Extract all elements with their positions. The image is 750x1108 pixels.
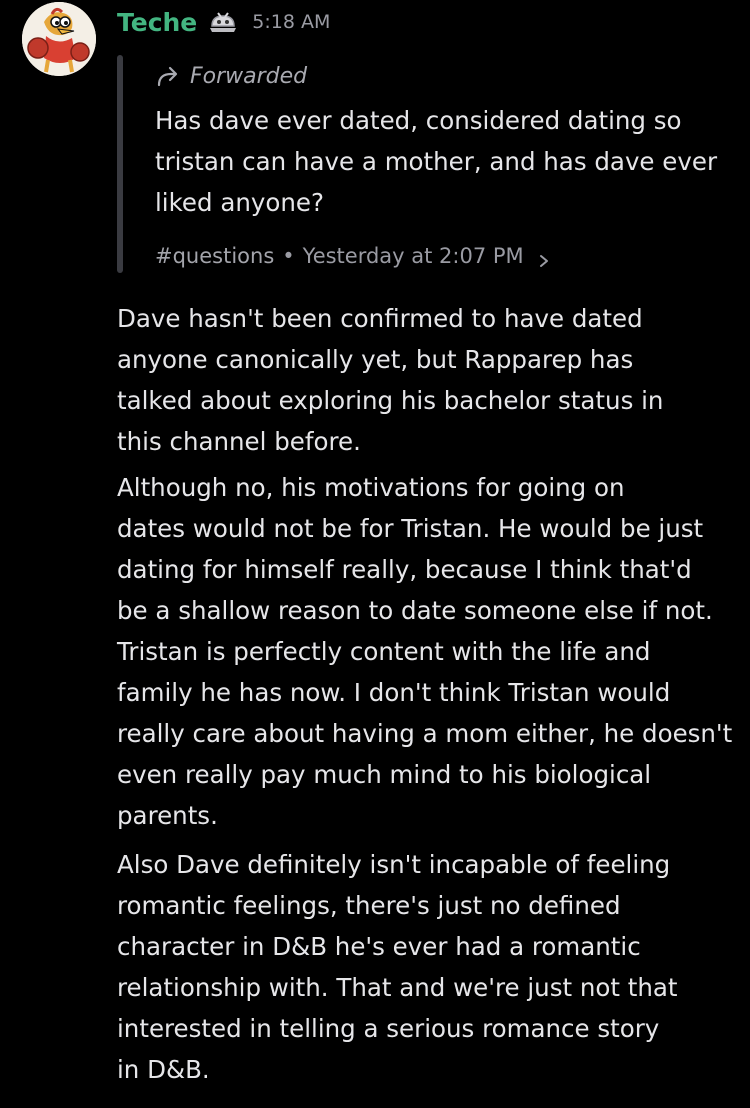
- message-paragraph-4: Also Dave definitely isn't incapable of …: [117, 850, 678, 1084]
- chevron-right-icon[interactable]: [538, 249, 550, 267]
- forwarded-source-link[interactable]: #questions • Yesterday at 2:07 PM: [155, 238, 550, 274]
- source-channel[interactable]: #questions: [155, 244, 274, 268]
- forwarded-label: Forwarded: [156, 60, 307, 92]
- cartoon-character-avatar: [22, 2, 96, 76]
- avatar[interactable]: [22, 2, 96, 76]
- message-header: Teche 5:18 AM: [117, 4, 330, 40]
- meta-separator: •: [282, 244, 295, 268]
- forward-arrow-icon: [156, 65, 180, 87]
- message-paragraph-1: Dave hasn't been confirmed to have dated…: [117, 304, 664, 456]
- message-paragraph-2: Although no, his motivations for going o…: [117, 473, 713, 625]
- forwarded-message-text: Has dave ever dated, considered dating s…: [155, 106, 718, 217]
- username[interactable]: Teche: [117, 8, 197, 37]
- forward-quote-bar: [117, 55, 123, 273]
- forwarded-text: Forwarded: [190, 63, 308, 89]
- message-paragraph-3: Tristan is perfectly content with the li…: [117, 637, 733, 830]
- role-badge-icon[interactable]: [208, 10, 238, 34]
- message-timestamp[interactable]: 5:18 AM: [252, 11, 330, 33]
- source-time[interactable]: Yesterday at 2:07 PM: [303, 244, 524, 268]
